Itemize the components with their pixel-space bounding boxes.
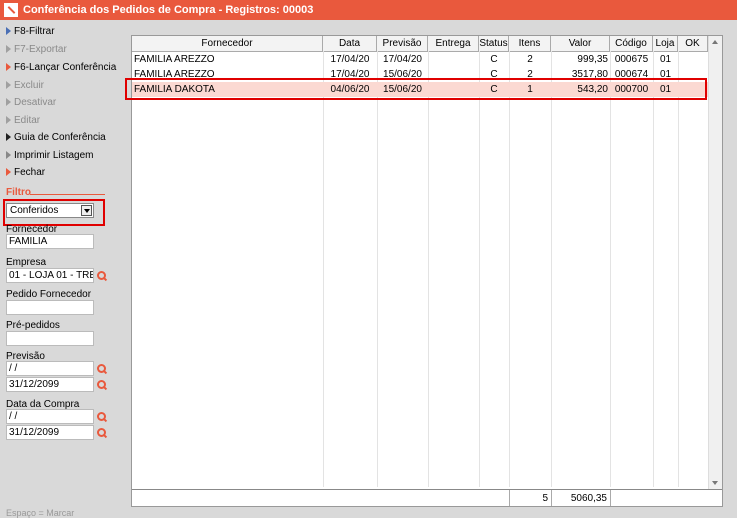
cell-entrega [428,52,479,67]
sidebar: F8-Filtrar F7-Exportar F6-Lançar Conferê… [0,20,116,518]
data-compra-from-input[interactable]: / / [6,409,94,424]
annotation-highlight-box [125,78,707,100]
menu-item-excluir[interactable]: Excluir [6,79,44,93]
column-divider [509,51,510,487]
table-totals-row: 5 5060,35 [132,489,722,506]
column-divider [551,51,552,487]
column-divider [479,51,480,487]
column-header[interactable]: Fornecedor [132,36,323,51]
menu-item-imprimir-listagem[interactable]: Imprimir Listagem [6,149,93,163]
column-header[interactable]: OK [678,36,708,51]
cell-data: 17/04/20 [330,54,370,65]
cell-fornecedor: FAMILIA AREZZO [134,54,215,65]
column-header[interactable]: Status [479,36,509,51]
cell-status: C [490,54,498,65]
cell-itens: 2 [527,54,533,65]
vertical-scrollbar[interactable] [708,36,722,489]
window-title: Conferência dos Pedidos de Compra - Regi… [23,4,314,16]
arrow-right-icon [6,133,11,142]
search-icon[interactable] [97,412,107,422]
menu-item-lancar-conferencia[interactable]: F6-Lançar Conferência [6,61,116,75]
menu-item-filtrar[interactable]: F8-Filtrar [6,25,55,39]
fornecedor-input[interactable]: FAMILIA [6,234,94,249]
search-icon[interactable] [97,380,107,390]
cell-valor: 999,35 [577,54,608,65]
previsao-from-input[interactable]: / / [6,361,94,376]
cell-previsao: 17/04/20 [383,54,422,65]
arrow-right-icon [6,98,11,107]
total-valor: 5060,35 [551,490,610,506]
arrow-right-icon [6,63,11,72]
column-divider [610,51,611,487]
arrow-right-icon [6,45,11,54]
menu-item-guia-conferencia[interactable]: Guia de Conferência [6,131,106,145]
search-icon[interactable] [97,364,107,374]
column-divider [323,51,324,487]
column-divider [377,51,378,487]
column-header[interactable]: Entrega [428,36,479,51]
annotation-highlight-box [3,199,105,226]
menu-item-fechar[interactable]: Fechar [6,166,45,180]
pedido-fornecedor-label: Pedido Fornecedor [6,289,92,300]
menu-item-desativar[interactable]: Desativar [6,96,56,110]
arrow-right-icon [6,151,11,160]
table-header: Fornecedor Data Previsão Entrega Status … [132,36,722,52]
column-header[interactable]: Data [323,36,377,51]
table-row[interactable]: FAMILIA AREZZO 17/04/20 17/04/20 C 2 999… [132,52,708,67]
orders-table[interactable]: Fornecedor Data Previsão Entrega Status … [131,35,723,507]
cell-loja: 01 [659,54,672,65]
arrow-right-icon [6,81,11,90]
search-icon[interactable] [97,271,107,281]
data-compra-to-input[interactable]: 31/12/2099 [6,425,94,440]
scroll-down-icon[interactable] [712,481,718,485]
cell-ok[interactable] [678,52,708,67]
scroll-up-icon[interactable] [712,40,718,44]
arrow-right-icon [6,116,11,125]
pre-pedidos-input[interactable] [6,331,94,346]
filter-section-label: Filtro [6,187,31,198]
column-header[interactable]: Previsão [377,36,428,51]
total-itens: 5 [509,490,551,506]
cell-codigo: 000675 [614,54,649,65]
arrow-right-icon [6,27,11,36]
column-header[interactable]: Código [610,36,653,51]
app-logo-icon [4,3,18,17]
column-divider [428,51,429,487]
pre-pedidos-label: Pré-pedidos [6,320,60,331]
empresa-label: Empresa [6,257,47,268]
menu-item-editar[interactable]: Editar [6,114,40,128]
arrow-right-icon [6,168,11,177]
pedido-fornecedor-input[interactable] [6,300,94,315]
column-divider [653,51,654,487]
filter-divider [30,194,105,195]
menu-item-exportar[interactable]: F7-Exportar [6,43,67,57]
previsao-to-input[interactable]: 31/12/2099 [6,377,94,392]
column-header[interactable]: Loja [653,36,678,51]
column-header[interactable]: Itens [509,36,551,51]
title-bar: Conferência dos Pedidos de Compra - Regi… [0,0,737,20]
search-icon[interactable] [97,428,107,438]
empresa-input[interactable]: 01 - LOJA 01 - TREIN [6,268,94,283]
column-divider [678,51,679,487]
totals-blank [610,490,722,506]
column-header[interactable]: Valor [551,36,610,51]
